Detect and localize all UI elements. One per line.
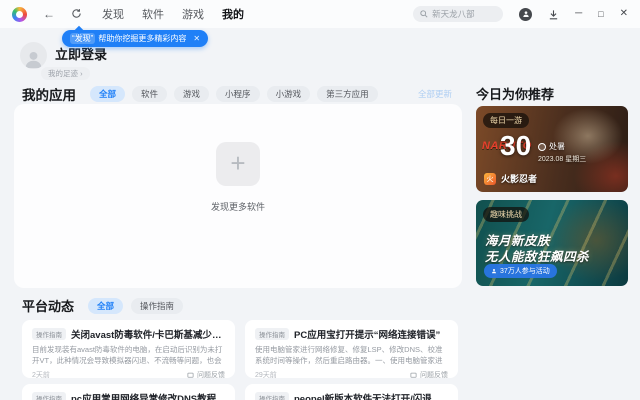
article-title: peopel新版本软件无法打开/闪退问题… [294, 394, 448, 400]
calendar-day: 30 [500, 130, 532, 161]
my-apps-title: 我的应用 [22, 88, 76, 103]
challenge-card[interactable]: 趣味挑战 海月新皮肤 无人能敌狂飙四杀 37万人参与活动 [476, 200, 628, 286]
tooltip-highlight: “发现” [70, 33, 96, 44]
search-icon [420, 10, 428, 18]
daily-game-name: 火影忍者 [501, 174, 538, 184]
update-all-link[interactable]: 全部更新 [418, 88, 452, 100]
daily-game-row: 火 火影忍者 [484, 172, 537, 185]
solar-term-label: 处暑 [549, 142, 565, 151]
my-apps-header: 我的应用 全部 软件 游戏 小程序 小游戏 第三方应用 [22, 84, 378, 104]
app-logo-icon[interactable] [12, 6, 27, 22]
daily-game-badge: 每日一游 [483, 113, 529, 128]
close-icon[interactable]: ✕ [620, 9, 628, 19]
download-manager-icon[interactable] [548, 9, 559, 20]
filter-miniprogram[interactable]: 小程序 [216, 86, 260, 102]
titlebar: ← 发现 软件 游戏 我的 新天龙八部 ─ □ ✕ [0, 0, 640, 28]
feed-tab-guides[interactable]: 操作指南 [131, 297, 184, 314]
filter-minigames[interactable]: 小游戏 [266, 86, 311, 102]
article-card[interactable]: 操作指南 pc应用常用网络异常修改DNS教程 [22, 384, 235, 400]
recommend-title: 今日为你推荐 [476, 87, 555, 102]
app-window: ← 发现 软件 游戏 我的 新天龙八部 ─ □ ✕ “发现” 帮助你挖掘更多精彩… [0, 0, 640, 400]
solar-term-row: 处暑 [538, 141, 565, 152]
article-card[interactable]: 操作指南 PC应用宝打开提示“网络连接错误” 使用电脑管家进行网络修复、修复LS… [245, 320, 458, 378]
nav-tab-mine[interactable]: 我的 [222, 6, 244, 22]
feedback-icon [410, 372, 417, 378]
calendar-date: 2023.08 星期三 [538, 156, 587, 163]
article-title: PC应用宝打开提示“网络连接错误” [294, 330, 441, 341]
article-time: 29天前 [255, 372, 277, 378]
article-time: 2天前 [32, 372, 50, 378]
filter-software[interactable]: 软件 [132, 86, 168, 102]
back-icon[interactable]: ← [43, 8, 55, 20]
participants-icon [492, 269, 496, 274]
filter-thirdparty[interactable]: 第三方应用 [317, 86, 378, 102]
nav-tab-games[interactable]: 游戏 [182, 6, 204, 22]
feed-title: 平台动态 [22, 299, 75, 314]
app-filters: 全部 软件 游戏 小程序 小游戏 第三方应用 [90, 86, 378, 102]
add-software-label: 发现更多软件 [210, 202, 265, 212]
game-logo-icon: 火 [484, 172, 496, 185]
search-input[interactable] [432, 9, 497, 19]
article-tag: 操作指南 [32, 328, 66, 340]
article-title: 关闭avast防毒软件/卡巴斯基减少卡顿现象 [71, 330, 225, 341]
account-icon[interactable] [519, 7, 533, 21]
article-card[interactable]: 操作指南 关闭avast防毒软件/卡巴斯基减少卡顿现象 目前发现装有avast防… [22, 320, 235, 378]
article-tag: 操作指南 [255, 392, 289, 400]
main-nav: 发现 软件 游戏 我的 [102, 6, 244, 22]
maximize-icon[interactable]: □ [598, 9, 603, 19]
article-tag: 操作指南 [255, 328, 289, 340]
login-block: 立即登录 我的足迹 › [20, 42, 107, 81]
feed-tab-all[interactable]: 全部 [88, 297, 124, 314]
article-feedback-link[interactable]: 问题反馈 [410, 370, 448, 378]
article-card[interactable]: 操作指南 peopel新版本软件无法打开/闪退问题… [245, 384, 458, 400]
filter-games[interactable]: 游戏 [174, 86, 210, 102]
avatar[interactable] [20, 42, 47, 69]
article-title: pc应用常用网络异常修改DNS教程 [71, 394, 217, 400]
article-tag: 操作指南 [32, 392, 66, 400]
add-software-button[interactable]: + [216, 142, 260, 186]
feed-header: 平台动态 全部 操作指南 [22, 296, 184, 315]
tooltip-text: 帮助你挖掘更多精彩内容 [98, 34, 187, 43]
article-body: 目前发现装有avast防毒软件的电脑，在启动后识别为未打开VT，此种情况会导致模… [32, 345, 223, 367]
daily-game-card[interactable]: 每日一游 NARUTO 30 处暑 2023.08 星期三 火 火影忍者 [476, 106, 628, 192]
feedback-icon [187, 372, 194, 378]
article-body: 使用电脑管家进行网络修复、修复LSP、修改DNS、校准系统时间等操作，然后重启路… [255, 345, 443, 367]
plus-icon: + [230, 148, 246, 178]
login-col: 立即登录 我的足迹 › [41, 42, 107, 81]
nav-tab-discover[interactable]: 发现 [102, 6, 124, 22]
feed-tabs: 全部 操作指南 [88, 297, 184, 314]
tooltip-close-icon[interactable]: ✕ [193, 34, 200, 43]
window-controls: ─ □ ✕ [519, 7, 628, 21]
nav-tab-software[interactable]: 软件 [142, 6, 164, 22]
footprint-link[interactable]: 我的足迹 › [41, 67, 90, 80]
challenge-badge: 趣味挑战 [483, 207, 529, 222]
article-feedback-link[interactable]: 问题反馈 [187, 370, 225, 378]
my-apps-panel: + 发现更多软件 [14, 104, 462, 288]
filter-all[interactable]: 全部 [90, 86, 126, 102]
refresh-icon[interactable] [71, 8, 82, 21]
minimize-icon[interactable]: ─ [575, 9, 582, 19]
participants-count: 37万人参与活动 [500, 268, 550, 275]
discover-tooltip: “发现” 帮助你挖掘更多精彩内容 ✕ [62, 30, 209, 47]
challenge-title-line2: 无人能敌狂飙四杀 [485, 250, 590, 264]
participants-pill: 37万人参与活动 [484, 264, 557, 278]
search-box[interactable] [413, 6, 504, 22]
feed-grid: 操作指南 关闭avast防毒软件/卡巴斯基减少卡顿现象 目前发现装有avast防… [22, 320, 458, 400]
solar-term-icon [538, 142, 546, 151]
